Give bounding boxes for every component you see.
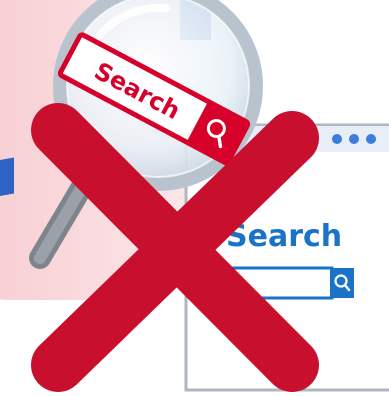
window-search-button[interactable] [330,268,354,298]
illustration-svg: Search Search [0,0,389,392]
blue-accent-left [0,157,14,196]
illustration-canvas: Search Search [0,0,389,396]
window-dot-2 [349,134,359,144]
window-search-title: Search [226,219,342,254]
window-dot-1 [332,134,342,144]
window-dot-3 [366,134,376,144]
